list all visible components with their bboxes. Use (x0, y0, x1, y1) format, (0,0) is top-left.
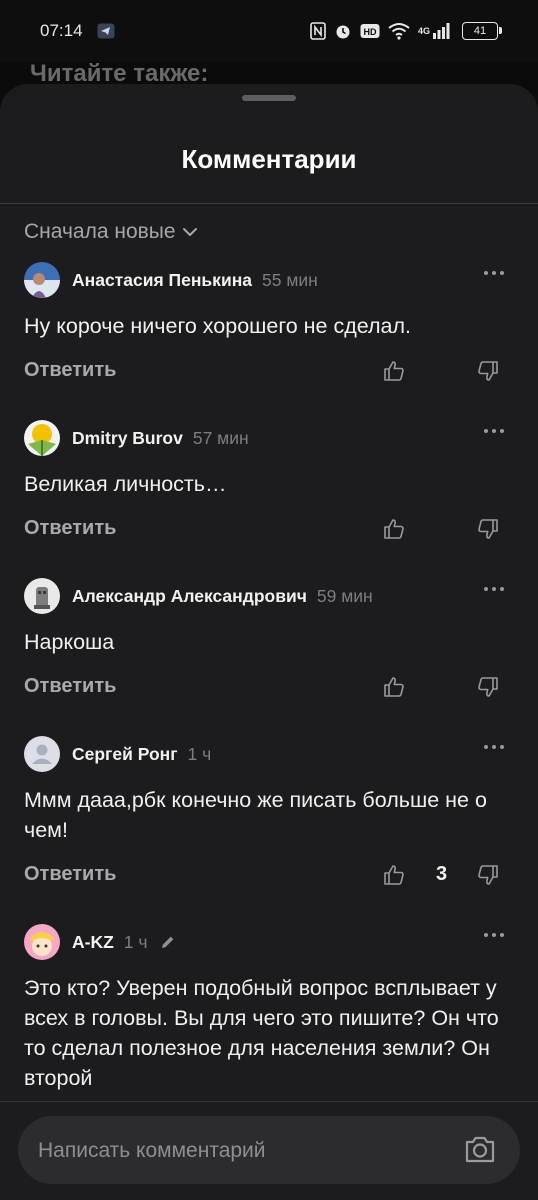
comment-header: Александр Александрович 59 мин (24, 565, 514, 627)
default-user-avatar[interactable] (24, 736, 60, 772)
battery-level: 41 (473, 25, 487, 37)
more-options-icon[interactable] (484, 933, 504, 937)
comment-author[interactable]: Александр Александрович (72, 586, 307, 607)
sheet-grab-handle[interactable] (242, 95, 296, 101)
comment-author[interactable]: A-KZ (72, 932, 114, 953)
sort-label: Сначала новые (24, 220, 176, 243)
comment-item: Dmitry Burov 57 мин Великая личность… От… (0, 407, 538, 565)
background-heading: Читайте также: (30, 62, 209, 84)
cartoon-avatar[interactable] (24, 924, 60, 960)
comment-time: 55 мин (262, 269, 318, 290)
comment-time: 1 ч (187, 743, 212, 764)
signal-icon: 4G (418, 23, 450, 39)
more-options-icon[interactable] (484, 745, 504, 749)
comment-composer-bar (0, 1101, 538, 1200)
nfc-icon (310, 22, 326, 40)
comment-text: Ммм дааа,рбк конечно же писать больше не… (24, 788, 487, 842)
reply-button[interactable]: Ответить (24, 359, 116, 382)
comment-time: 1 ч (123, 931, 148, 952)
comment-time: 57 мин (192, 427, 249, 448)
more-options-icon[interactable] (484, 587, 504, 591)
comment-time: 59 мин (316, 585, 373, 606)
chevron-down-icon (182, 220, 198, 244)
more-options-icon[interactable] (484, 271, 504, 275)
comment-item: A-KZ 1 ч Это кто? Уверен подобный вопрос… (0, 911, 538, 1093)
statue-avatar[interactable] (24, 578, 60, 614)
thumbs-up-icon[interactable] (382, 359, 406, 388)
svg-text:HD: HD (363, 27, 376, 37)
comment-item: Сергей Ронг 1 ч Ммм дааа,рбк конечно же … (0, 723, 538, 911)
sheet-title: Комментарии (181, 144, 357, 174)
flower-avatar[interactable] (24, 420, 60, 456)
comment-actions: Ответить (24, 657, 514, 723)
comment-actions: Ответить (24, 499, 514, 565)
comment-list: Анастасия Пенькина 55 мин Ну короче ниче… (0, 249, 538, 1097)
sort-dropdown[interactable]: Сначала новые (24, 220, 198, 244)
comment-text: Ну короче ничего хорошего не сделал. (24, 314, 412, 338)
comment-text: Это кто? Уверен подобный вопрос всплывае… (24, 976, 499, 1090)
reply-button[interactable]: Ответить (24, 863, 116, 886)
pencil-icon (160, 934, 176, 950)
thumbs-down-icon[interactable] (476, 675, 500, 704)
comment-author[interactable]: Dmitry Burov (72, 428, 183, 449)
comment-input[interactable] (36, 1116, 460, 1186)
comment-header: Dmitry Burov 57 мин (24, 407, 514, 469)
battery-icon: 41 (462, 22, 502, 40)
reply-button[interactable]: Ответить (24, 675, 116, 698)
thumbs-up-icon[interactable] (382, 517, 406, 546)
hd-icon: HD (360, 23, 380, 39)
wifi-icon (388, 22, 410, 40)
photo-avatar[interactable] (24, 262, 60, 298)
comment-actions: Ответить 3 (24, 845, 514, 911)
more-options-icon[interactable] (484, 429, 504, 433)
telegram-icon (97, 23, 115, 39)
comment-item: Анастасия Пенькина 55 мин Ну короче ниче… (0, 249, 538, 407)
thumbs-down-icon[interactable] (476, 359, 500, 388)
reply-button[interactable]: Ответить (24, 517, 116, 540)
comment-author[interactable]: Сергей Ронг (72, 744, 178, 765)
status-time: 07:14 (40, 21, 83, 40)
title-divider (0, 203, 538, 204)
comment-item: Александр Александрович 59 мин Наркоша О… (0, 565, 538, 723)
alarm-icon (334, 22, 352, 40)
comment-header: Анастасия Пенькина 55 мин (24, 249, 514, 311)
thumbs-up-icon[interactable] (382, 863, 406, 892)
status-left: 07:14 (40, 21, 115, 41)
comment-header: A-KZ 1 ч (24, 911, 514, 973)
comment-text: Наркоша (24, 630, 115, 654)
network-type: 4G (417, 26, 430, 36)
comment-author[interactable]: Анастасия Пенькина (72, 270, 252, 291)
comment-header: Сергей Ронг 1 ч (24, 723, 514, 785)
thumbs-up-icon[interactable] (382, 675, 406, 704)
status-right: HD 4G 41 (310, 22, 502, 40)
like-count: 3 (436, 863, 448, 885)
comments-sheet: Комментарии Сначала новые Анастасия Пень… (0, 84, 538, 1200)
thumbs-down-icon[interactable] (476, 863, 500, 892)
thumbs-down-icon[interactable] (476, 517, 500, 546)
comment-actions: Ответить (24, 341, 514, 407)
comment-text: Великая личность… (24, 472, 227, 496)
camera-icon[interactable] (464, 1134, 496, 1169)
comment-input-container (18, 1116, 520, 1186)
status-bar: 07:14 HD 4G 41 (0, 0, 538, 62)
